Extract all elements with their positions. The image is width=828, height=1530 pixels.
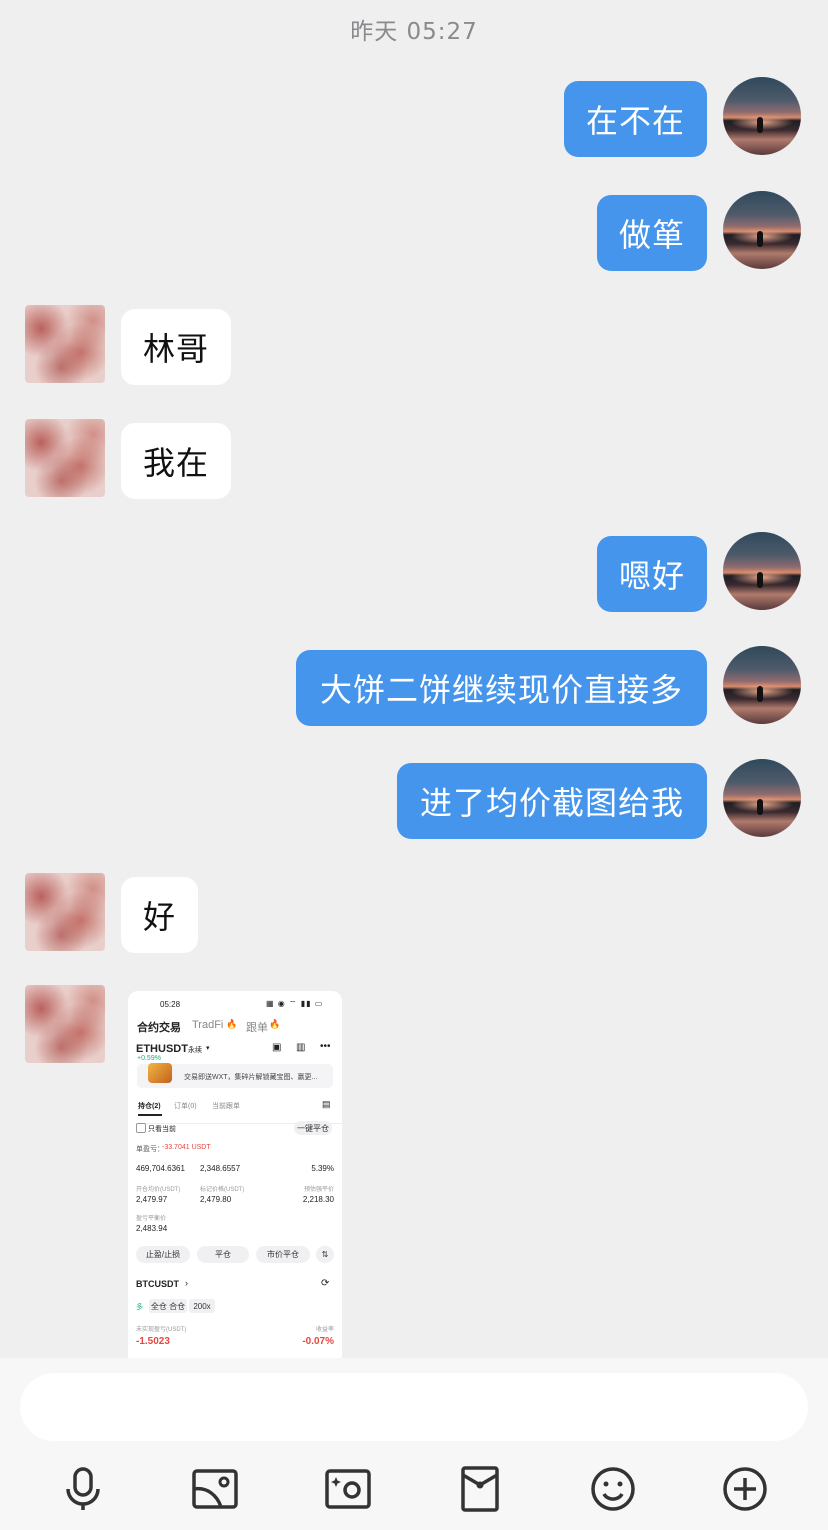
microphone-icon[interactable]: [59, 1465, 107, 1513]
plus-icon[interactable]: [721, 1465, 769, 1513]
symbol-name: ETHUSDT: [136, 1043, 188, 1055]
shared-screenshot[interactable]: 05:28 ▦ ◉ ⌔ ▮▮ ▭ 合约交易 TradFi 🔥 跟单 🔥 ETHU…: [128, 991, 342, 1361]
status-icons: ▦ ◉ ⌔ ▮▮ ▭: [266, 999, 324, 1008]
symbol-type: 永续: [188, 1047, 202, 1054]
tab-copy: 跟单: [246, 1022, 268, 1034]
share-icon: ⟳: [321, 1278, 330, 1289]
chart-icon: ▣: [272, 1042, 282, 1053]
message-input[interactable]: [20, 1373, 808, 1441]
position-size: 469,704.6361: [136, 1164, 185, 1173]
close-all-button: 一键平仓: [294, 1121, 332, 1135]
roi-label: 收益率: [315, 1327, 334, 1333]
swap-icon: ⇅: [316, 1246, 334, 1263]
long-tag: 多: [136, 1304, 143, 1311]
my-avatar[interactable]: [723, 191, 801, 269]
emoji-icon[interactable]: [589, 1465, 637, 1513]
message-bubble[interactable]: 我在: [121, 423, 231, 499]
my-avatar[interactable]: [723, 759, 801, 837]
more-icon: •••: [320, 1041, 331, 1052]
only-current-label: 只看当前: [148, 1126, 176, 1133]
message-bubble[interactable]: 做箪: [597, 195, 707, 271]
tab-contract: 合约交易: [137, 1022, 181, 1034]
camera-icon[interactable]: [324, 1465, 372, 1513]
symbol2-name: BTCUSDT: [136, 1279, 179, 1289]
document-icon: ▤: [322, 1099, 331, 1109]
contact-avatar[interactable]: [25, 305, 105, 383]
mark-price: 2,479.80: [200, 1195, 232, 1204]
message-bubble[interactable]: 在不在: [564, 81, 707, 157]
fire-icon: 🔥: [269, 1019, 281, 1029]
tab-tradfi: TradFi: [192, 1019, 224, 1031]
candles-icon: ▥: [296, 1042, 306, 1053]
chevron-right-icon: ›: [185, 1278, 188, 1288]
pnl-value: -1.5023: [136, 1336, 170, 1347]
entry-price: 2,479.97: [136, 1195, 168, 1204]
message-bubble[interactable]: 好: [121, 877, 198, 953]
message-bubble[interactable]: 嗯好: [597, 536, 707, 612]
market-close-button: 市价平仓: [256, 1246, 310, 1263]
close-button: 平仓: [197, 1246, 249, 1263]
chat-timestamp: 昨天 05:27: [350, 19, 478, 45]
pnl-label: 未实现盈亏(USDT): [136, 1327, 187, 1333]
roi-value: -0.07%: [302, 1336, 334, 1347]
image-icon[interactable]: [191, 1465, 239, 1513]
tab-underline: [138, 1114, 162, 1116]
liq-price: 2,218.30: [302, 1195, 334, 1204]
unrealized-value: -33.7041 USDT: [162, 1144, 211, 1151]
liq-price-label: 预估强平价: [303, 1187, 334, 1193]
mark-price-label: 标记价格(USDT): [200, 1187, 245, 1193]
margin-value: 2,348.6557: [200, 1164, 241, 1173]
my-avatar[interactable]: [723, 77, 801, 155]
tab-orders: 订单(0): [174, 1103, 197, 1110]
price-change: +0.59%: [137, 1055, 161, 1062]
tab-positions: 持仓(2): [138, 1103, 161, 1110]
chevron-down-icon: ▾: [206, 1045, 210, 1052]
input-panel: [0, 1358, 828, 1530]
treasure-map-icon: [148, 1063, 172, 1083]
message-bubble[interactable]: 林哥: [121, 309, 231, 385]
fire-icon: 🔥: [226, 1019, 238, 1029]
tp-sl-button: 止盈/止损: [136, 1246, 190, 1263]
message-bubble[interactable]: 大饼二饼继续现价直接多: [296, 650, 707, 726]
contact-avatar[interactable]: [25, 419, 105, 497]
contact-avatar[interactable]: [25, 985, 105, 1063]
message-bubble[interactable]: 进了均价截图给我: [397, 763, 707, 839]
checkbox: [136, 1123, 146, 1133]
my-avatar[interactable]: [723, 532, 801, 610]
promo-text: 交易即送WXT，集碎片解锁藏宝图、赢更...: [184, 1074, 318, 1081]
margin-ratio: 5.39%: [311, 1164, 334, 1173]
unrealized-label: 单盈亏：: [136, 1146, 164, 1153]
status-time: 05:28: [160, 1000, 181, 1009]
breakeven-value: 2,483.94: [136, 1224, 168, 1233]
my-avatar[interactable]: [723, 646, 801, 724]
leverage-tag: 200x: [189, 1299, 215, 1313]
margin-mode-tag: 全仓 合仓: [149, 1299, 187, 1313]
breakeven-label: 盈亏平衡价: [136, 1216, 167, 1222]
red-packet-icon[interactable]: [456, 1465, 504, 1513]
tab-current-copy: 当前跟单: [212, 1103, 240, 1110]
entry-price-label: 开仓均价(USDT): [136, 1187, 181, 1193]
contact-avatar[interactable]: [25, 873, 105, 951]
